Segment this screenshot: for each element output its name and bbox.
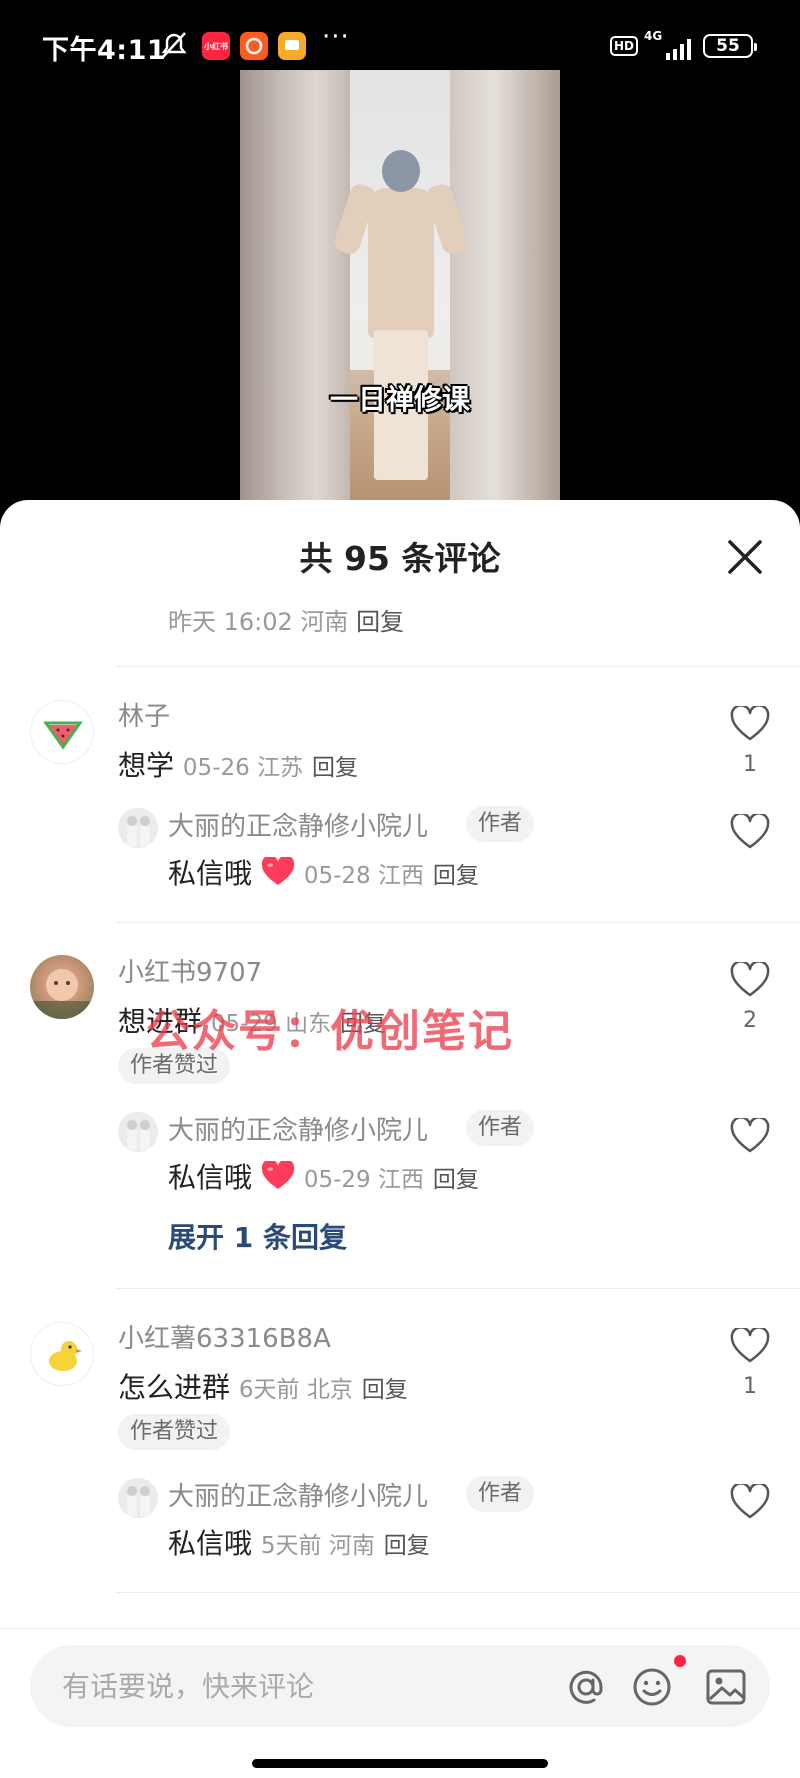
reply-button[interactable]: 回复 [362,1377,408,1403]
previous-comment-meta: 昨天 16:02 河南 回复 [168,602,404,637]
video-curtain-left [240,70,350,510]
previous-comment-time-location: 昨天 16:02 河南 [168,608,349,636]
battery-icon: 55 [703,34,757,58]
comment-divider [116,1288,800,1289]
author-avatar[interactable] [118,808,158,848]
comments-sheet: 共 95 条评论 昨天 16:02 河南 回复 林子 想学 05-26 江苏 回… [0,500,800,1778]
reply-body[interactable]: 私信哦 05-29 江西 回复 [168,1156,479,1196]
reply-username[interactable]: 大丽的正念静修小院儿 [168,1110,428,1147]
avatar[interactable] [30,955,94,1019]
reply-username[interactable]: 大丽的正念静修小院儿 [168,806,428,843]
watermark-text: 公众号：优创笔记 [146,1006,514,1057]
app-notification-icon [240,32,268,60]
reply-button[interactable]: 回复 [433,1167,479,1193]
comment-username[interactable]: 小红薯63316B8A [118,1318,331,1355]
expand-replies-link[interactable]: 展开 1 条回复 [168,1216,347,1256]
comment-time-location: 05-26 江苏 [182,755,304,781]
heart-outline-icon[interactable] [730,706,770,742]
reply-text: 私信哦 [168,1527,253,1560]
image-icon[interactable] [704,1665,748,1709]
author-avatar-figure [118,1478,158,1518]
heart-outline-icon[interactable] [730,1328,770,1364]
xiaohongshu-app-icon: 小红书 [202,32,230,60]
heart-outline-icon[interactable] [730,962,770,998]
duck-avatar-icon [49,1341,82,1371]
author-liked-badge: 作者赞过 [118,1414,231,1450]
comment-divider [116,1592,800,1593]
red-heart-emoji-icon [261,1159,295,1189]
comment-input[interactable]: 有话要说，快来评论 [30,1645,770,1727]
reply-text: 私信哦 [168,1161,253,1194]
heart-outline-icon[interactable] [730,1118,770,1154]
author-avatar[interactable] [118,1112,158,1152]
video-person [331,150,471,480]
like-count: 1 [743,752,757,777]
avatar[interactable] [30,1322,94,1386]
author-avatar[interactable] [118,1478,158,1518]
heart-outline-icon[interactable] [730,1484,770,1520]
child-photo-avatar [30,969,94,1019]
heart-outline-icon[interactable] [730,814,770,850]
reply-time-location: 05-28 江西 [303,863,424,889]
video-caption: 一日禅修课 [329,383,470,416]
reply-time-location: 5天前 河南 [260,1533,375,1559]
reply-button[interactable]: 回复 [312,755,358,781]
hd-voice-icon: HD [610,36,639,56]
signal-icon [666,39,691,60]
comment-time-location: 6天前 北京 [238,1377,353,1403]
close-icon[interactable] [724,536,766,578]
reply-time-location: 05-29 江西 [303,1167,424,1193]
message-app-icon [278,32,306,60]
avatar[interactable] [30,700,94,764]
comment-body[interactable]: 怎么进群 6天前 北京 回复 [118,1366,408,1406]
watermelon-avatar-icon [43,721,83,750]
like-count: 2 [743,1008,757,1033]
previous-comment-reply-button[interactable]: 回复 [356,608,404,636]
comment-divider [116,666,800,667]
mute-alarm-icon [161,32,187,58]
reply-body[interactable]: 私信哦 05-28 江西 回复 [168,852,479,892]
comment-username[interactable]: 林子 [118,696,170,733]
video-curtain-right [450,70,560,510]
notification-dot [674,1655,686,1667]
home-indicator[interactable] [252,1759,548,1768]
comments-count-title: 共 95 条评论 [299,539,501,578]
reply-button[interactable]: 回复 [433,863,479,889]
red-heart-emoji-icon [261,855,295,885]
author-avatar-figure [118,808,158,848]
reply-button[interactable]: 回复 [384,1533,430,1559]
reply-username[interactable]: 大丽的正念静修小院儿 [168,1476,428,1513]
emoji-icon[interactable] [630,1665,674,1709]
video-preview[interactable]: 一日禅修课 [240,70,560,510]
more-notifications-icon: ··· [322,22,350,52]
comment-text: 想学 [118,749,175,782]
reply-body[interactable]: 私信哦 5天前 河南 回复 [168,1522,430,1562]
network-type-label: 4G [644,29,663,43]
comment-username[interactable]: 小红书9707 [118,952,262,989]
author-badge: 作者 [466,1110,535,1146]
author-badge: 作者 [466,1476,535,1512]
like-count: 1 [743,1374,757,1399]
comment-body[interactable]: 想学 05-26 江苏 回复 [118,744,358,784]
status-time: 下午4:11 [42,35,167,66]
reply-text: 私信哦 [168,857,253,890]
comment-divider [116,922,800,923]
author-avatar-figure [118,1112,158,1152]
comment-text: 怎么进群 [118,1371,231,1404]
comment-input-placeholder: 有话要说，快来评论 [62,1670,315,1703]
comment-input-bar: 有话要说，快来评论 [0,1628,800,1778]
screen: 下午4:11 小红书 ··· HD 4G 55 一日禅修课 共 95 条评论 昨… [0,0,800,1778]
at-icon[interactable] [564,1665,608,1709]
author-badge: 作者 [466,806,535,842]
